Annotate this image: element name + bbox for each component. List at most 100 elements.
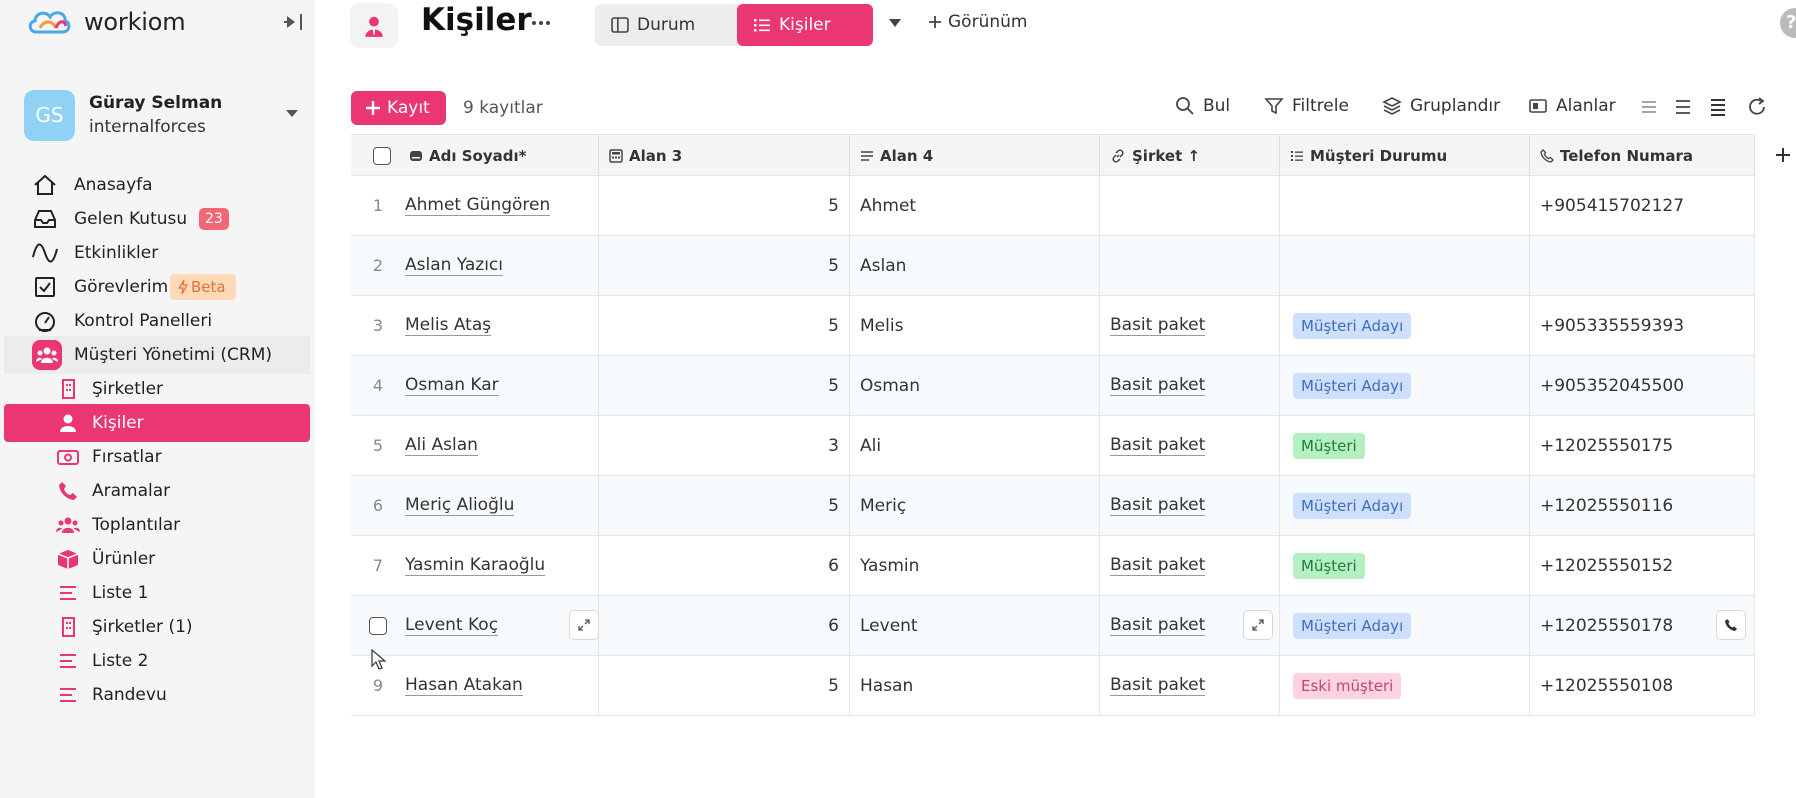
sidebar-item-etkinlikler[interactable]: Etkinlikler (4, 234, 310, 272)
row-number-cell[interactable]: 7 (351, 536, 405, 595)
durum-cell[interactable]: Müşteri Adayı (1280, 296, 1530, 355)
sirket-cell[interactable]: Basit paket (1100, 356, 1280, 415)
table-row[interactable]: 9 Hasan Atakan 5 Hasan Basit paket Eski müşte… (351, 656, 1755, 716)
expand-record-button[interactable] (569, 610, 599, 640)
add-record-button[interactable]: Kayıt (351, 91, 446, 125)
table-row[interactable]: 3 Melis Ataş 5 Melis Basit paket Müşteri Aday… (351, 296, 1755, 356)
alan3-cell[interactable]: 5 (599, 476, 850, 535)
filter-button[interactable]: Filtrele (1264, 96, 1349, 116)
group-button[interactable]: Gruplandır (1382, 96, 1500, 116)
sirket-link[interactable]: Basit paket (1110, 555, 1206, 576)
more-options-icon[interactable] (530, 12, 552, 34)
sirket-cell[interactable]: Basit paket (1100, 296, 1280, 355)
sirket-link[interactable]: Basit paket (1110, 675, 1206, 696)
row-number-cell[interactable]: 1 (351, 176, 405, 235)
alan4-cell[interactable]: Levent (850, 596, 1100, 655)
alan4-cell[interactable]: Hasan (850, 656, 1100, 715)
row-height-medium-icon[interactable] (1672, 96, 1694, 118)
help-icon[interactable]: ? (1780, 8, 1796, 38)
expand-link-button[interactable] (1243, 610, 1273, 640)
telefon-cell[interactable]: +12025550108 (1530, 656, 1755, 715)
find-button[interactable]: Bul (1175, 96, 1230, 116)
refresh-icon[interactable] (1746, 96, 1768, 118)
alan4-cell[interactable]: Melis (850, 296, 1100, 355)
column-header-adi-soyadi[interactable]: Adı Soyadı* (351, 135, 599, 176)
alan3-cell[interactable]: 5 (599, 356, 850, 415)
brand[interactable]: workiom (26, 4, 186, 40)
user-card[interactable]: GS Güray Selman internalforces (24, 88, 308, 142)
sirket-link[interactable]: Basit paket (1110, 375, 1206, 396)
telefon-cell[interactable]: +12025550175 (1530, 416, 1755, 475)
durum-cell[interactable] (1280, 176, 1530, 235)
telefon-cell[interactable] (1530, 236, 1755, 295)
telefon-cell[interactable]: +905352045500 (1530, 356, 1755, 415)
durum-cell[interactable]: Müşteri Adayı (1280, 476, 1530, 535)
row-height-large-icon[interactable] (1707, 96, 1729, 118)
chevron-down-icon[interactable] (889, 18, 901, 28)
chevron-down-icon[interactable] (286, 110, 298, 118)
name-cell[interactable]: Ali Aslan (405, 416, 599, 475)
row-number-cell[interactable]: 5 (351, 416, 405, 475)
table-row[interactable]: 5 Ali Aslan 3 Ali Basit paket Müşteri +1202555… (351, 416, 1755, 476)
sirket-cell[interactable]: Basit paket (1100, 416, 1280, 475)
row-number-cell[interactable]: 2 (351, 236, 405, 295)
name-cell[interactable]: Ahmet Güngören (405, 176, 599, 235)
alan3-cell[interactable]: 5 (599, 656, 850, 715)
sidebar-subitem-firsatlar[interactable]: Fırsatlar (4, 438, 310, 476)
sirket-cell[interactable]: Basit paket (1100, 656, 1280, 715)
row-checkbox[interactable] (369, 616, 387, 635)
sidebar-subitem-sirketler-1[interactable]: Şirketler (1) (4, 608, 310, 646)
alan3-cell[interactable]: 5 (599, 236, 850, 295)
row-number-cell[interactable] (351, 596, 405, 655)
telefon-cell[interactable]: +12025550116 (1530, 476, 1755, 535)
sirket-cell[interactable]: Basit paket (1100, 536, 1280, 595)
sidebar-subitem-urunler[interactable]: Ürünler (4, 540, 310, 578)
sirket-cell[interactable]: Basit paket (1100, 596, 1280, 655)
sidebar-item-kontrol-panelleri[interactable]: Kontrol Panelleri (4, 302, 310, 340)
name-cell[interactable]: Melis Ataş (405, 296, 599, 355)
table-row[interactable]: 2 Aslan Yazıcı 5 Aslan (351, 236, 1755, 296)
durum-cell[interactable]: Müşteri (1280, 416, 1530, 475)
add-view-button[interactable]: Görünüm (928, 12, 1027, 32)
sidebar-subitem-toplantilar[interactable]: Toplantılar (4, 506, 310, 544)
row-number-cell[interactable]: 3 (351, 296, 405, 355)
tab-kisiler[interactable]: Kişiler (737, 4, 873, 46)
alan4-cell[interactable]: Meriç (850, 476, 1100, 535)
durum-cell[interactable]: Müşteri (1280, 536, 1530, 595)
sidebar-subitem-kisiler[interactable]: Kişiler (4, 404, 310, 442)
sirket-cell[interactable] (1100, 236, 1280, 295)
sirket-link[interactable]: Basit paket (1110, 315, 1206, 336)
durum-cell[interactable]: Müşteri Adayı (1280, 596, 1530, 655)
alan3-cell[interactable]: 5 (599, 296, 850, 355)
collapse-sidebar-icon[interactable] (283, 12, 305, 32)
table-row[interactable]: 1 Ahmet Güngören 5 Ahmet +905415702127 (351, 176, 1755, 236)
name-cell[interactable]: Aslan Yazıcı (405, 236, 599, 295)
durum-cell[interactable]: Müşteri Adayı (1280, 356, 1530, 415)
name-cell[interactable]: Levent Koç (405, 596, 599, 655)
sidebar-subitem-sirketler[interactable]: Şirketler (4, 370, 310, 408)
sirket-link[interactable]: Basit paket (1110, 435, 1206, 456)
call-button[interactable] (1716, 610, 1746, 640)
sirket-cell[interactable] (1100, 176, 1280, 235)
sidebar-item-anasayfa[interactable]: Anasayfa (4, 166, 310, 204)
sidebar-subitem-randevu[interactable]: Randevu (4, 676, 310, 714)
name-cell[interactable]: Hasan Atakan (405, 656, 599, 715)
sirket-link[interactable]: Basit paket (1110, 615, 1206, 636)
alan4-cell[interactable]: Ahmet (850, 176, 1100, 235)
alan4-cell[interactable]: Osman (850, 356, 1100, 415)
column-header-alan-4[interactable]: Alan 4 (850, 135, 1100, 176)
sidebar-subitem-liste-2[interactable]: Liste 2 (4, 642, 310, 680)
table-row[interactable]: Levent Koç 6 Levent Basit paket Müşteri Aday… (351, 596, 1755, 656)
row-height-small-icon[interactable] (1638, 96, 1660, 118)
column-header-alan-3[interactable]: Alan 3 (599, 135, 850, 176)
sidebar-item-crm[interactable]: Müşteri Yönetimi (CRM) (4, 336, 310, 374)
name-cell[interactable]: Meriç Alioğlu (405, 476, 599, 535)
alan4-cell[interactable]: Yasmin (850, 536, 1100, 595)
alan3-cell[interactable]: 3 (599, 416, 850, 475)
table-row[interactable]: 6 Meriç Alioğlu 5 Meriç Basit paket Müşteri A… (351, 476, 1755, 536)
name-cell[interactable]: Yasmin Karaoğlu (405, 536, 599, 595)
fields-button[interactable]: Alanlar (1528, 96, 1616, 116)
table-row[interactable]: 7 Yasmin Karaoğlu 6 Yasmin Basit paket Müşter… (351, 536, 1755, 596)
sidebar-subitem-liste-1[interactable]: Liste 1 (4, 574, 310, 612)
telefon-cell[interactable]: +12025550178 (1530, 596, 1755, 655)
